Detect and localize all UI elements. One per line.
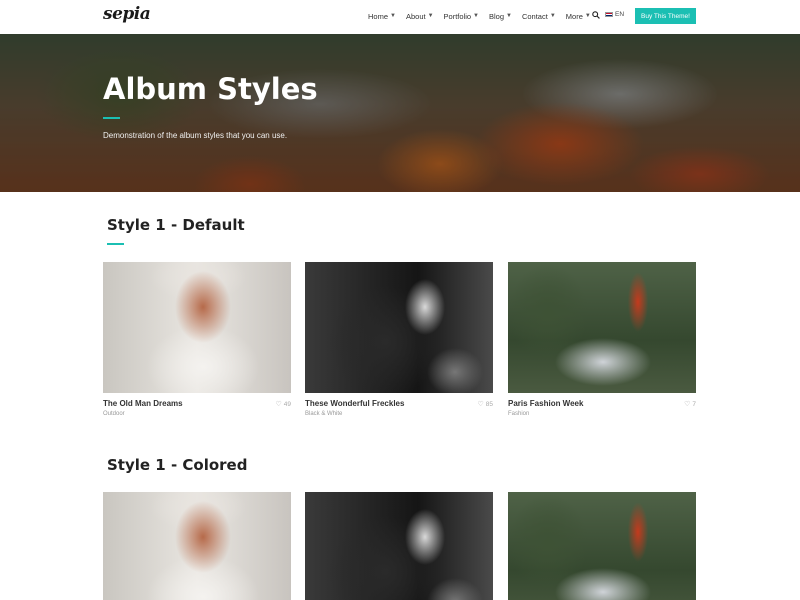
language-label: EN bbox=[615, 11, 625, 18]
chevron-down-icon: ▼ bbox=[473, 13, 479, 19]
nav-home[interactable]: Home ▼ bbox=[368, 12, 396, 21]
like-button[interactable]: ♡ 85 bbox=[477, 400, 493, 409]
like-count: 85 bbox=[485, 400, 493, 408]
title-divider bbox=[103, 117, 120, 119]
album-title[interactable]: These Wonderful Freckles bbox=[305, 399, 404, 408]
nav-portfolio[interactable]: Portfolio ▼ bbox=[444, 12, 479, 21]
like-count: 7 bbox=[692, 400, 696, 408]
page-title: Album Styles bbox=[103, 72, 318, 106]
chevron-down-icon: ▼ bbox=[584, 13, 591, 19]
nav-contact-label: Contact bbox=[521, 11, 548, 21]
album-title[interactable]: Paris Fashion Week bbox=[508, 399, 583, 408]
site-logo[interactable]: sepia bbox=[103, 4, 151, 24]
nav-contact[interactable]: Contact ▼ bbox=[522, 12, 556, 21]
album-category[interactable]: Black & White bbox=[305, 411, 342, 417]
chevron-down-icon: ▼ bbox=[390, 13, 396, 19]
album-card bbox=[508, 492, 696, 600]
chevron-down-icon: ▼ bbox=[549, 13, 556, 19]
buy-theme-button[interactable]: Buy This Theme! bbox=[635, 8, 696, 24]
nav-more[interactable]: More ▼ bbox=[566, 12, 591, 21]
hero-banner: Album Styles Demonstration of the album … bbox=[0, 34, 800, 192]
section-title: Style 1 - Default bbox=[107, 216, 245, 234]
album-photo[interactable] bbox=[508, 262, 696, 393]
like-button[interactable]: ♡ 7 bbox=[684, 400, 696, 409]
album-category[interactable]: Fashion bbox=[508, 411, 529, 417]
album-photo[interactable] bbox=[103, 262, 291, 393]
nav-home-label: Home bbox=[368, 11, 389, 21]
album-photo[interactable] bbox=[305, 492, 493, 600]
album-card: Paris Fashion Week Fashion ♡ 7 bbox=[508, 262, 696, 417]
nav-about-label: About bbox=[405, 11, 426, 21]
chevron-down-icon: ▼ bbox=[506, 13, 512, 19]
album-title[interactable]: The Old Man Dreams bbox=[103, 399, 183, 408]
album-photo[interactable] bbox=[103, 492, 291, 600]
like-button[interactable]: ♡ 49 bbox=[275, 400, 291, 409]
album-card: These Wonderful Freckles Black & White ♡… bbox=[305, 262, 493, 417]
chevron-down-icon: ▼ bbox=[427, 13, 434, 19]
section-title: Style 1 - Colored bbox=[107, 456, 248, 474]
section-divider bbox=[107, 243, 124, 245]
nav-blog[interactable]: Blog ▼ bbox=[489, 12, 512, 21]
page-subtitle: Demonstration of the album styles that y… bbox=[103, 131, 288, 140]
search-icon[interactable] bbox=[592, 11, 600, 19]
nav-blog-label: Blog bbox=[489, 11, 505, 21]
site-header: sepia Home ▼ About ▼ Portfolio ▼ Blog ▼ Cont… bbox=[0, 0, 800, 34]
nav-more-label: More bbox=[565, 11, 583, 21]
nav-portfolio-label: Portfolio bbox=[443, 11, 472, 21]
album-photo[interactable] bbox=[305, 262, 493, 393]
heart-icon: ♡ bbox=[684, 401, 691, 408]
heart-icon: ♡ bbox=[275, 401, 282, 408]
language-switcher[interactable]: EN bbox=[605, 11, 624, 18]
like-count: 49 bbox=[283, 400, 291, 408]
album-card: The Old Man Dreams Outdoor ♡ 49 bbox=[103, 262, 291, 417]
heart-icon: ♡ bbox=[477, 401, 484, 408]
album-card bbox=[305, 492, 493, 600]
main-nav: Home ▼ About ▼ Portfolio ▼ Blog ▼ Contact ▼ M… bbox=[368, 0, 601, 32]
nav-about[interactable]: About ▼ bbox=[406, 12, 434, 21]
album-photo[interactable] bbox=[508, 492, 696, 600]
flag-icon bbox=[605, 12, 613, 17]
album-card bbox=[103, 492, 291, 600]
album-category[interactable]: Outdoor bbox=[103, 411, 125, 417]
